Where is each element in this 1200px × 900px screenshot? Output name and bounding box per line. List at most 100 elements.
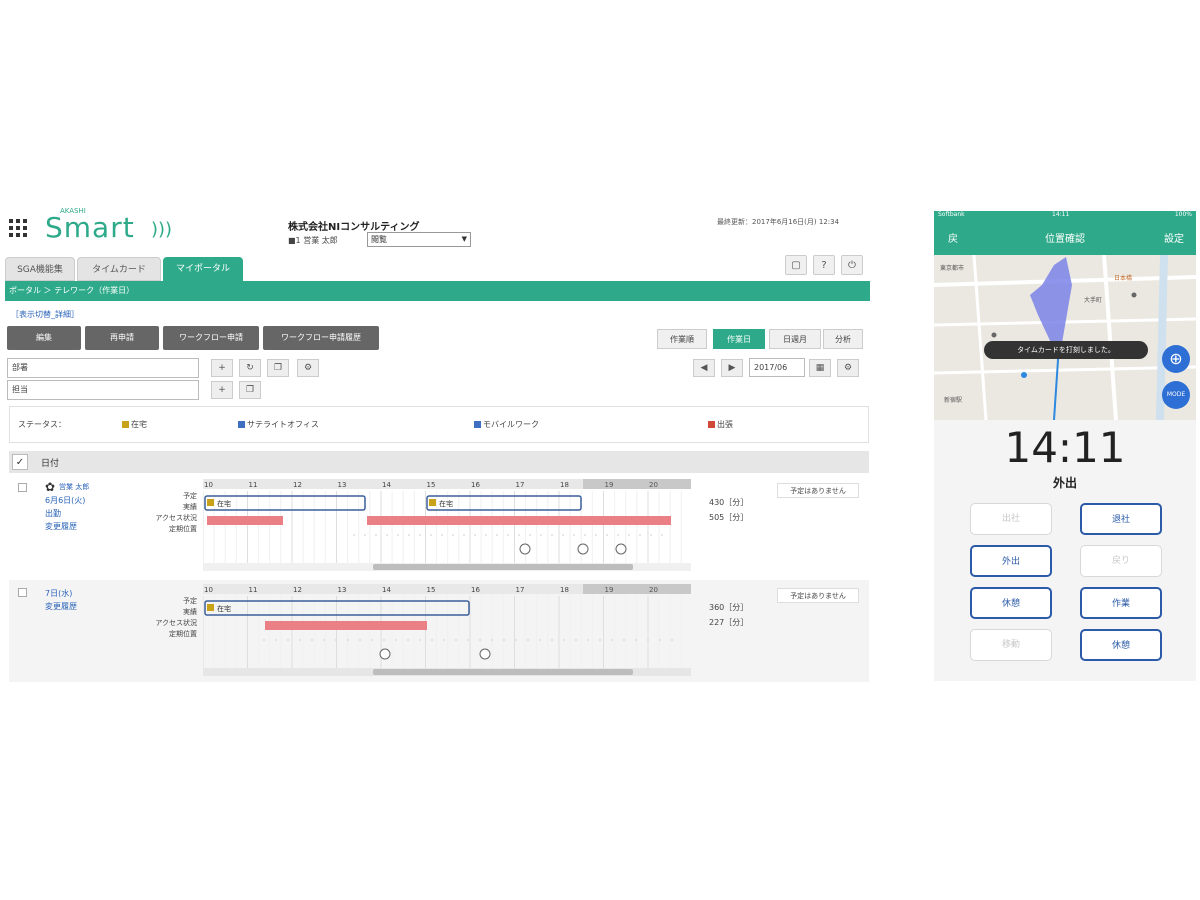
location-pin-icon[interactable] bbox=[615, 543, 627, 555]
department-field[interactable]: 部署 bbox=[7, 358, 199, 378]
status-legend: ステータス： 在宅 サテライトオフィス モバイルワーク 出張 bbox=[9, 406, 869, 443]
add-staff-icon[interactable]: + bbox=[211, 381, 233, 399]
map-label: 日本橋 bbox=[1114, 275, 1133, 282]
role-select[interactable]: 閲覧 ▼ bbox=[367, 232, 471, 247]
punch-button: 移動 bbox=[970, 629, 1052, 661]
signal-icon: ))) bbox=[151, 219, 173, 240]
list-header-date: 日付 bbox=[41, 459, 60, 469]
month-field[interactable]: 2017/06 bbox=[749, 358, 805, 377]
prev-month-icon[interactable]: ◀ bbox=[693, 359, 715, 377]
hour-label: 18 bbox=[560, 481, 569, 489]
map-label: 東京都市 bbox=[940, 265, 965, 272]
map-graphic bbox=[934, 255, 1196, 420]
hour-label: 11 bbox=[249, 586, 258, 594]
breadcrumb-bar: ポータル ＞ テレワーク（作業日） bbox=[5, 281, 870, 301]
window-icon[interactable]: ▢ bbox=[785, 255, 807, 275]
copy-staff-icon[interactable]: ❐ bbox=[239, 381, 261, 399]
map-label: 新宿駅 bbox=[944, 397, 963, 404]
app-grid-icon[interactable] bbox=[9, 219, 27, 237]
edit-button[interactable]: 編集 bbox=[7, 326, 81, 350]
legend-business-trip: 出張 bbox=[708, 419, 733, 430]
row-date[interactable]: 6月6日(火) bbox=[45, 495, 85, 506]
actual-minutes: 227［分］ bbox=[709, 618, 749, 627]
brand-logo: Smart bbox=[45, 211, 135, 244]
punch-button: 出社 bbox=[970, 503, 1052, 535]
settings-icon[interactable]: ⚙ bbox=[297, 359, 319, 377]
hour-label: 18 bbox=[560, 586, 569, 594]
reapply-button[interactable]: 再申請 bbox=[85, 326, 159, 350]
next-month-icon[interactable]: ▶ bbox=[721, 359, 743, 377]
view-by-task[interactable]: 作業順 bbox=[657, 329, 707, 349]
hour-label: 13 bbox=[338, 586, 347, 594]
tab-sga[interactable]: SGA機能集 bbox=[5, 257, 75, 281]
planned-minutes: 430［分］ bbox=[709, 498, 749, 507]
row-user[interactable]: 営業 太郎 bbox=[59, 482, 89, 492]
hour-label: 14 bbox=[382, 481, 391, 489]
map-view[interactable]: 東京都市 大手町 日本橋 新宿駅 タイムカードを打刻しました。 ⊕ MODE bbox=[934, 255, 1196, 420]
plan-bar-label: 在宅 bbox=[217, 499, 231, 508]
no-plan-button[interactable]: 予定はありません bbox=[777, 588, 859, 603]
row-checkbox[interactable] bbox=[18, 483, 27, 492]
label-location: 定期位置 bbox=[169, 525, 197, 533]
punch-button[interactable]: 退社 bbox=[1080, 503, 1162, 535]
hour-label: 16 bbox=[471, 481, 480, 489]
location-pin-icon[interactable] bbox=[577, 543, 589, 555]
punch-button[interactable]: 休憩 bbox=[1080, 629, 1162, 661]
label-actual: 実績 bbox=[183, 503, 197, 511]
row-history-link[interactable]: 変更履歴 bbox=[45, 521, 77, 532]
legend-swatch bbox=[238, 421, 245, 428]
locate-icon[interactable]: ⊕ bbox=[1162, 345, 1190, 373]
actual-minutes: 505［分］ bbox=[709, 513, 749, 522]
table-row: ✿ 営業 太郎 6月6日(火) 出勤 変更履歴 予定 実績 アクセス状況 定期位… bbox=[9, 475, 869, 578]
mode-button[interactable]: MODE bbox=[1162, 381, 1190, 409]
refresh-icon[interactable]: ↻ bbox=[239, 359, 261, 377]
hour-label: 20 bbox=[649, 481, 658, 489]
punch-button[interactable]: 外出 bbox=[970, 545, 1052, 577]
scrollbar-thumb[interactable] bbox=[373, 669, 633, 675]
view-analysis[interactable]: 分析 bbox=[823, 329, 863, 349]
show-detail-link[interactable]: ［表示切替_詳細］ bbox=[11, 309, 79, 320]
screen-title: 位置確認 bbox=[1045, 234, 1085, 245]
actual-bar bbox=[207, 516, 283, 525]
actual-bar bbox=[265, 621, 427, 630]
hour-label: 10 bbox=[204, 586, 213, 594]
settings-button[interactable]: 設定 bbox=[1164, 230, 1184, 245]
staff-field[interactable]: 担当 bbox=[7, 380, 199, 400]
power-icon[interactable]: ⏻ bbox=[841, 255, 863, 275]
workflow-history-button[interactable]: ワークフロー申請履歴 bbox=[263, 326, 379, 350]
add-icon[interactable]: + bbox=[211, 359, 233, 377]
help-icon[interactable]: ? bbox=[813, 255, 835, 275]
plan-bar-swatch bbox=[207, 604, 214, 611]
app-header: 戻 位置確認 設定 bbox=[934, 219, 1196, 255]
tab-my-portal[interactable]: マイポータル bbox=[163, 257, 243, 281]
toast-message: タイムカードを打刻しました。 bbox=[984, 341, 1148, 359]
location-pin-icon[interactable] bbox=[379, 648, 391, 660]
row-date[interactable]: 7日(水) bbox=[45, 588, 72, 599]
row-labels: 予定 実績 アクセス状況 定期位置 bbox=[117, 596, 197, 640]
select-all-checkbox[interactable]: ✓ bbox=[12, 454, 28, 470]
scrollbar-thumb[interactable] bbox=[373, 564, 633, 570]
view-day-week-month[interactable]: 日週月 bbox=[769, 329, 821, 349]
month-settings-icon[interactable]: ⚙ bbox=[837, 359, 859, 377]
row-checkbox[interactable] bbox=[18, 588, 27, 597]
timeline-row1: 10 11 12 13 14 15 16 17 18 19 20 在宅 在宅 bbox=[203, 479, 691, 571]
user-avatar-icon: ✿ bbox=[45, 480, 56, 494]
row-history-link[interactable]: 変更履歴 bbox=[45, 601, 77, 612]
label-plan: 予定 bbox=[183, 492, 197, 500]
copy-icon[interactable]: ❐ bbox=[267, 359, 289, 377]
actual-bar bbox=[367, 516, 671, 525]
workflow-apply-button[interactable]: ワークフロー申請 bbox=[163, 326, 259, 350]
location-pin-icon[interactable] bbox=[479, 648, 491, 660]
user-name: 営業 太郎 bbox=[303, 236, 338, 245]
timeline-row2: 10 11 12 13 14 15 16 17 18 19 20 在宅 bbox=[203, 584, 691, 676]
view-by-workday[interactable]: 作業日 bbox=[713, 329, 765, 349]
calendar-icon[interactable]: ▦ bbox=[809, 359, 831, 377]
tab-timecard[interactable]: タイムカード bbox=[77, 257, 161, 281]
no-plan-button[interactable]: 予定はありません bbox=[777, 483, 859, 498]
breadcrumb[interactable]: ポータル ＞ テレワーク（作業日） bbox=[9, 285, 134, 296]
punch-button: 戻り bbox=[1080, 545, 1162, 577]
hour-label: 19 bbox=[605, 586, 614, 594]
location-pin-icon[interactable] bbox=[519, 543, 531, 555]
punch-button[interactable]: 休憩 bbox=[970, 587, 1052, 619]
punch-button[interactable]: 作業 bbox=[1080, 587, 1162, 619]
